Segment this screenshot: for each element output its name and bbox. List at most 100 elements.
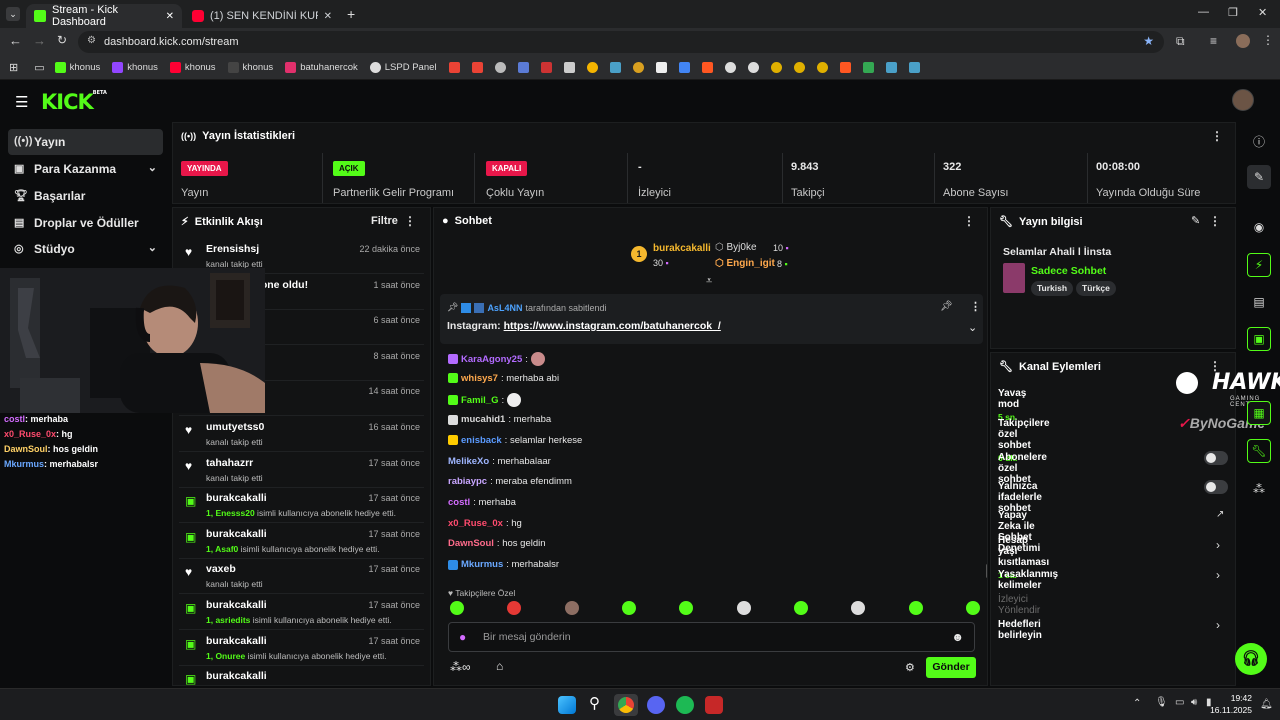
chat-username[interactable]: whisys7 xyxy=(461,373,498,384)
chat-username[interactable]: x0_Ruse_0x xyxy=(448,518,503,529)
store-icon[interactable]: ⌂ xyxy=(496,659,503,673)
activity-item[interactable]: ▣ burakcakalli xyxy=(179,665,424,685)
misc-bookmark-icon[interactable] xyxy=(540,62,552,73)
folder-icon[interactable]: ▭ xyxy=(34,61,44,74)
chat-message[interactable]: Famil_G: xyxy=(448,393,522,408)
more-options-icon[interactable]: ⋮ xyxy=(963,214,975,228)
emoji-picker-icon[interactable]: ☻ xyxy=(951,630,964,644)
document-icon[interactable]: ▤ xyxy=(1247,290,1271,314)
notification-bell-icon[interactable]: 🔔︎ xyxy=(1260,699,1273,710)
chat-username[interactable]: enisback xyxy=(461,435,502,446)
network-icon[interactable]: ▭ xyxy=(1175,697,1184,708)
chat-scrollbar[interactable] xyxy=(986,564,987,578)
category-name[interactable]: Sadece Sohbet xyxy=(1031,265,1106,277)
misc-bookmark-icon[interactable] xyxy=(632,62,644,73)
chat-message[interactable]: enisback: selamlar herkese xyxy=(448,435,582,446)
sheets-icon[interactable] xyxy=(862,62,874,73)
new-tab-icon[interactable]: + xyxy=(347,6,355,22)
site-info-icon[interactable]: ⚙ xyxy=(87,35,96,46)
hamburger-menu-icon[interactable]: ☰ xyxy=(15,93,28,111)
bookmark-lspd-panel[interactable]: LSPD Panel xyxy=(369,62,437,73)
send-button[interactable]: Gönder xyxy=(926,657,976,678)
misc-bookmark-icon[interactable] xyxy=(724,62,736,73)
top-gifter-name[interactable]: burakcakalli xyxy=(653,243,711,254)
misc-bookmark-icon[interactable] xyxy=(563,62,575,73)
chat-message[interactable]: whisys7: merhaba abi xyxy=(448,373,559,384)
tag-chip[interactable]: Türkçe xyxy=(1076,281,1116,296)
more-options-icon[interactable]: ⋮ xyxy=(404,214,416,228)
bolt-icon[interactable]: ⚡︎ xyxy=(1247,253,1271,277)
extensions-icon[interactable]: ⧉ xyxy=(1176,34,1185,49)
bookmark-star-icon[interactable]: ★ xyxy=(1143,34,1154,48)
chevron-right-icon[interactable]: › xyxy=(1216,568,1220,582)
chevron-down-icon[interactable]: ⌄ xyxy=(968,321,977,334)
chat-username[interactable]: MelikeXo xyxy=(448,456,489,467)
clock-date[interactable]: 16.11.2025 xyxy=(1206,705,1252,715)
tab-kick-dashboard[interactable]: Stream - Kick Dashboard ✕ xyxy=(26,4,182,28)
emote-icon[interactable] xyxy=(679,601,694,615)
chat-message[interactable]: x0_Ruse_0x: hg xyxy=(448,518,522,529)
gmail-icon[interactable] xyxy=(448,62,460,73)
chat-username[interactable]: Famil_G xyxy=(461,395,499,406)
misc-bookmark-icon[interactable] xyxy=(816,62,828,73)
taskbar-chrome[interactable] xyxy=(614,694,638,716)
chat-username[interactable]: Mkurmus xyxy=(461,559,503,570)
activity-item[interactable]: ▣ burakcakalli 17 saat önce 1, Onuree isiml… xyxy=(179,630,424,666)
close-window-icon[interactable]: ✕ xyxy=(1258,6,1267,19)
emote-icon[interactable] xyxy=(736,601,751,615)
volume-icon[interactable]: 🔊︎ xyxy=(1191,697,1197,708)
edit-pencil-icon[interactable]: ✎ xyxy=(1191,214,1200,227)
chat-message[interactable]: rabiaypc: meraba efendimm xyxy=(448,476,572,487)
bookmark-batuhanercok[interactable]: batuhanercok xyxy=(285,62,358,73)
more-options-icon[interactable]: ⋮ xyxy=(1211,129,1223,143)
profile-avatar-icon[interactable] xyxy=(1236,34,1250,48)
bookmark-khonus-x[interactable]: khonus xyxy=(227,62,273,73)
browser-menu-icon[interactable]: ⋮ xyxy=(1262,33,1274,47)
activity-item[interactable]: ♥ tahahazrr 17 saat önce kanalı takip etti xyxy=(179,452,424,488)
emote-icon[interactable] xyxy=(564,601,579,615)
channel-action-6[interactable]: Yasaklanmış kelimeler xyxy=(998,569,1058,591)
chat-icon[interactable]: ▣ xyxy=(1247,327,1271,351)
unpin-icon[interactable]: 📌︎ xyxy=(940,301,953,312)
windows-start-icon[interactable] xyxy=(558,696,576,714)
bookmark-khonus-youtube[interactable]: khonus xyxy=(169,62,216,73)
user-avatar[interactable] xyxy=(1232,89,1254,111)
expand-leaderboard-icon[interactable]: ⩡ xyxy=(706,275,712,288)
sidebar-item-para-kazanma[interactable]: ▣ Para Kazanma ⌄ xyxy=(8,156,163,182)
chevron-right-icon[interactable]: › xyxy=(1216,618,1220,632)
close-tab-icon[interactable]: ✕ xyxy=(324,11,332,22)
misc-bookmark-icon[interactable] xyxy=(908,62,920,73)
gifter-3[interactable]: ⬡ Engin_igit xyxy=(715,258,775,269)
channel-action-7[interactable]: İzleyici Yönlendir xyxy=(998,594,1040,616)
sidebar-item-yayin[interactable]: ((•)) Yayın xyxy=(8,129,163,155)
emote-icon[interactable] xyxy=(965,601,980,615)
emote-icon[interactable] xyxy=(851,601,866,615)
sidebar-item-basarilar[interactable]: 🏆︎ Başarılar xyxy=(8,183,163,209)
wrench-icon[interactable]: 🔧︎ xyxy=(1247,439,1271,463)
points-icon[interactable]: ⁂∞ xyxy=(450,660,471,674)
url-field[interactable]: ⚙ dashboard.kick.com/stream ★ xyxy=(78,31,1164,53)
more-options-icon[interactable]: ⋮ xyxy=(1209,214,1221,228)
discord-icon[interactable] xyxy=(647,696,665,714)
chevron-right-icon[interactable]: › xyxy=(1216,538,1220,552)
media-icon[interactable]: ≡ xyxy=(1210,34,1217,48)
gifter-2[interactable]: ⬡ Byj0ke xyxy=(715,242,757,253)
emote-icon[interactable] xyxy=(621,601,636,615)
chat-message[interactable]: MelikeXo: merhabalaar xyxy=(448,456,551,467)
close-tab-icon[interactable]: ✕ xyxy=(166,11,174,22)
support-headset-icon[interactable]: 🎧︎ xyxy=(1235,643,1267,675)
camera-icon[interactable]: ◉ xyxy=(1247,215,1271,239)
activity-item[interactable]: ▣ burakcakalli 17 saat önce 1, asriedits is… xyxy=(179,594,424,630)
chat-message[interactable]: Mkurmus: merhabalsr xyxy=(448,559,559,570)
app-icon[interactable] xyxy=(705,696,723,714)
pinned-link[interactable]: https://www.instagram.com/batuhanercok_/ xyxy=(504,320,721,332)
chat-message[interactable]: costl: merhaba xyxy=(448,497,516,508)
back-icon[interactable]: ← xyxy=(9,33,22,48)
chat-input[interactable]: ● Bir mesaj gönderin ☻ xyxy=(448,622,975,652)
activity-item[interactable]: ▣ burakcakalli 17 saat önce 1, Enesss20 isi… xyxy=(179,487,424,524)
chat-username[interactable]: mucahid1 xyxy=(461,414,505,425)
category-thumbnail[interactable] xyxy=(1003,263,1025,293)
minimize-icon[interactable]: — xyxy=(1198,6,1209,18)
pinned-more-icon[interactable]: ⋮ xyxy=(970,300,981,313)
action-toggle[interactable] xyxy=(1204,451,1228,465)
